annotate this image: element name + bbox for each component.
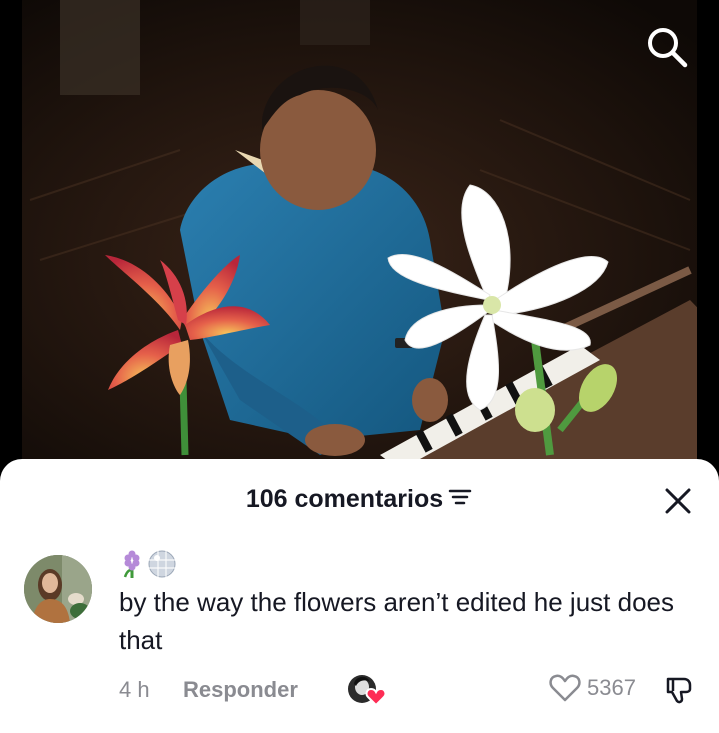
disco-ball-emoji-icon [148,550,176,578]
like-count: 5367 [587,675,636,700]
dislike-button[interactable] [662,673,696,707]
creator-avatar-heart-icon [348,675,387,707]
comments-header: 106 comentarios [0,459,719,541]
video-player[interactable] [0,0,719,470]
comments-count-wrap: 106 comentarios [0,485,719,516]
avatar-photo [24,555,92,623]
comment-meta: 4 h Responder 5367 [0,669,719,713]
search-button[interactable] [640,20,694,74]
comment-item: by the way the flowers aren’t edited he … [0,545,719,725]
comments-count: 106 comentarios [245,485,444,514]
search-icon [648,28,688,68]
avatar[interactable] [24,555,92,623]
comment-badges [119,549,177,579]
video-right-border [697,0,719,470]
creator-liked-badge [347,672,387,708]
heart-outline-icon [549,674,581,702]
like-button[interactable]: 5367 [549,673,636,703]
thumbs-down-icon [666,677,692,704]
close-button[interactable] [660,483,696,519]
hyacinth-flower-emoji-icon [123,550,140,578]
close-icon [665,488,691,514]
comment-text: by the way the flowers aren’t edited he … [119,587,674,655]
comment-time: 4 h [119,677,150,702]
video-frame [0,0,719,470]
comments-sheet: 106 comentarios by the way the flowers a… [0,459,719,733]
filter-icon[interactable] [447,485,473,516]
reply-button[interactable]: Responder [183,677,298,703]
video-left-border [0,0,22,470]
